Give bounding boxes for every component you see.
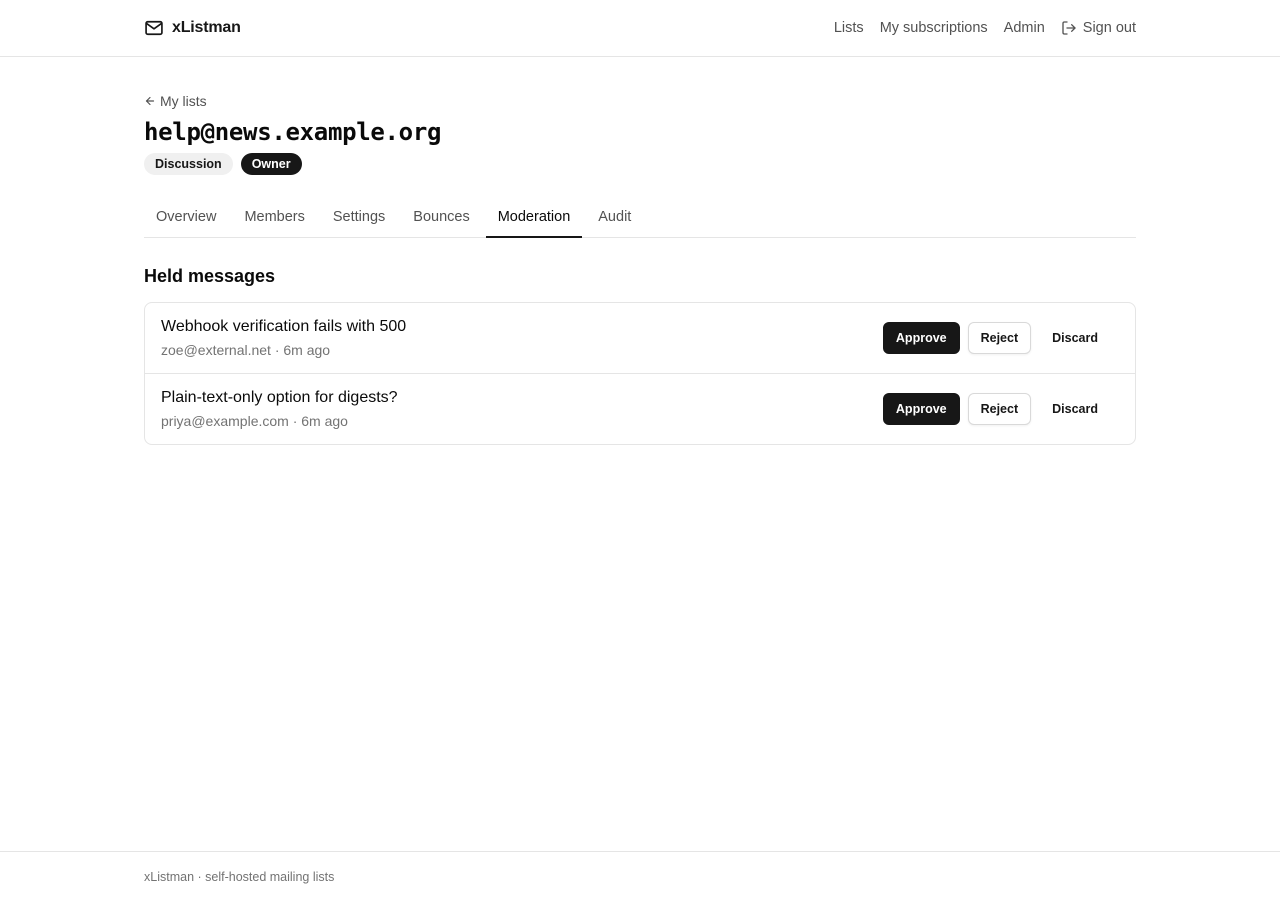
brand-name: xListman <box>172 19 241 36</box>
footer-text: xListman · self-hosted mailing lists <box>144 870 335 884</box>
page-title: help@news.example.org <box>144 118 442 146</box>
badge-owner: Owner <box>240 153 302 175</box>
discard-button[interactable]: Discard <box>1039 322 1119 354</box>
arrow-left-icon <box>145 96 155 106</box>
back-label: My lists <box>160 93 207 109</box>
approve-button[interactable]: Approve <box>882 393 960 425</box>
message-actions: Approve Reject Discard <box>882 322 1119 354</box>
footer: xListman · self-hosted mailing lists <box>0 851 1280 900</box>
message-info: Webhook verification fails with 500 zoe@… <box>161 318 406 358</box>
tab-bounces[interactable]: Bounces <box>401 202 481 238</box>
message-subject: Webhook verification fails with 500 <box>161 318 407 335</box>
nav-lists[interactable]: Lists <box>834 20 864 36</box>
held-message-row: Webhook verification fails with 500 zoe@… <box>145 303 1135 374</box>
sign-out-button[interactable]: Sign out <box>1061 20 1136 36</box>
badge-discussion: Discussion <box>144 153 233 175</box>
reject-button[interactable]: Reject <box>967 393 1032 425</box>
top-bar: xListman Lists My subscriptions Admin Si… <box>0 0 1280 57</box>
tab-audit[interactable]: Audit <box>586 202 643 238</box>
mail-icon <box>145 20 163 36</box>
top-nav: Lists My subscriptions Admin Sign out <box>834 20 1136 36</box>
top-bar-inner: xListman Lists My subscriptions Admin Si… <box>144 0 1136 56</box>
tab-moderation[interactable]: Moderation <box>485 202 583 238</box>
sign-out-label: Sign out <box>1082 20 1136 36</box>
nav-admin[interactable]: Admin <box>1004 20 1045 36</box>
log-out-icon <box>1062 21 1076 35</box>
tab-settings[interactable]: Settings <box>321 202 397 238</box>
nav-my-subscriptions[interactable]: My subscriptions <box>880 20 988 36</box>
message-subject: Plain-text-only option for digests? <box>161 389 398 406</box>
approve-button[interactable]: Approve <box>882 322 960 354</box>
discard-button[interactable]: Discard <box>1039 393 1119 425</box>
section-title: Held messages <box>144 266 276 286</box>
message-meta: priya@example.com · 6m ago <box>161 413 348 429</box>
message-meta: zoe@external.net · 6m ago <box>161 342 331 358</box>
brand-link[interactable]: xListman <box>144 18 241 38</box>
tab-overview[interactable]: Overview <box>144 202 228 238</box>
list-tabs: Overview Members Settings Bounces Modera… <box>144 202 1136 238</box>
reject-button[interactable]: Reject <box>967 322 1032 354</box>
list-badges: Discussion Owner <box>144 153 302 175</box>
tab-members[interactable]: Members <box>232 202 316 238</box>
message-actions: Approve Reject Discard <box>882 393 1119 425</box>
back-to-my-lists-link[interactable]: My lists <box>144 93 207 109</box>
held-messages-list: Webhook verification fails with 500 zoe@… <box>144 302 1136 445</box>
message-info: Plain-text-only option for digests? priy… <box>161 389 398 429</box>
held-message-row: Plain-text-only option for digests? priy… <box>145 374 1135 444</box>
